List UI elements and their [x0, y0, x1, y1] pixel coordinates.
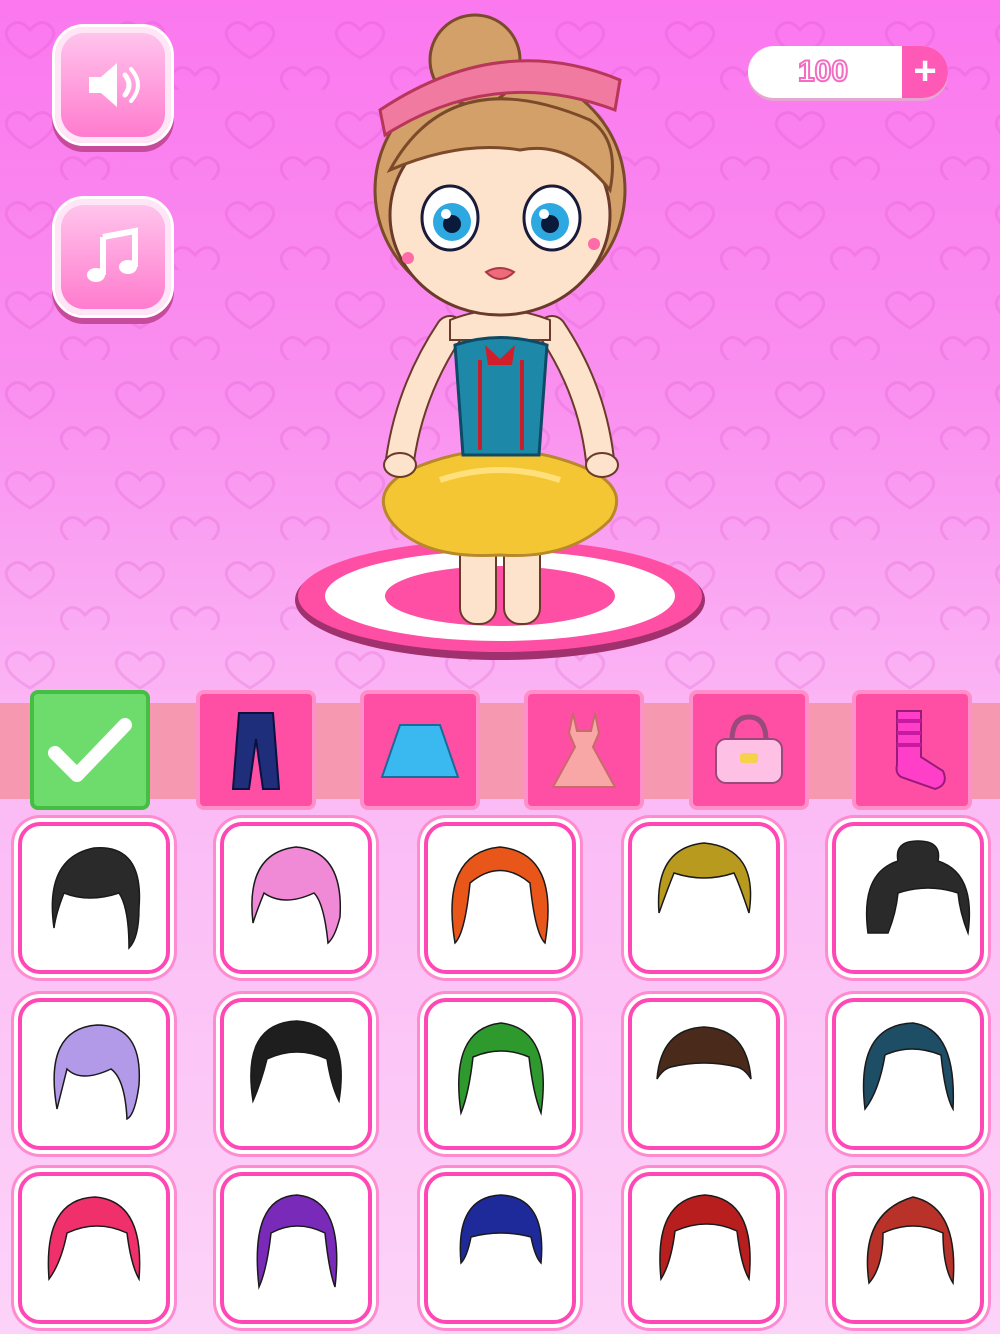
hairstyle-item[interactable]: [832, 822, 984, 974]
hairstyle-item[interactable]: [628, 998, 780, 1150]
hairstyle-item[interactable]: [628, 1172, 780, 1324]
hairstyle-item[interactable]: [424, 1172, 576, 1324]
music-button[interactable]: [52, 196, 174, 318]
sock-icon: [895, 710, 946, 791]
hairstyle-item[interactable]: [220, 822, 372, 974]
coin-value: 100: [797, 54, 849, 89]
pants-icon: [231, 712, 281, 790]
handbag-icon: [715, 714, 783, 784]
hairstyle-item[interactable]: [18, 822, 170, 974]
hair-black-bun-icon: [865, 840, 971, 936]
dress-icon: [551, 712, 617, 788]
hairstyle-item[interactable]: [18, 1172, 170, 1324]
hairstyle-item[interactable]: [424, 822, 576, 974]
tab-bag[interactable]: [689, 690, 809, 810]
hair-pink-bob-icon: [251, 846, 342, 945]
hair-lilac-bob-icon: [53, 1024, 141, 1121]
tab-skirt[interactable]: [360, 690, 480, 810]
hair-pink-shag-icon: [47, 1196, 141, 1282]
skirt-icon: [380, 724, 460, 778]
hairstyle-item[interactable]: [424, 998, 576, 1150]
category-strip: [0, 703, 1000, 799]
hair-purple-long-icon: [256, 1194, 338, 1290]
hair-navy-bangs-icon: [459, 1194, 543, 1265]
sound-button[interactable]: [52, 24, 174, 146]
hair-orange-long-icon: [451, 846, 549, 945]
hairstyle-item[interactable]: [628, 822, 780, 974]
hairstyle-item[interactable]: [220, 998, 372, 1150]
hair-black-curly-icon: [250, 1020, 342, 1104]
hairstyle-item[interactable]: [832, 998, 984, 1150]
hair-blonde-bob-icon: [657, 842, 752, 914]
tab-socks[interactable]: [852, 690, 972, 810]
speaker-icon: [89, 63, 140, 107]
hairstyle-item[interactable]: [18, 998, 170, 1150]
hair-black-bob-icon: [51, 847, 141, 950]
hair-teal-long-icon: [862, 1022, 955, 1112]
hair-brown-pigtails-icon: [656, 1026, 752, 1080]
hairstyle-item[interactable]: [832, 1172, 984, 1324]
character-doll: [295, 13, 705, 660]
tab-dress[interactable]: [524, 690, 644, 810]
hair-red-quiff-icon: [866, 1196, 955, 1286]
hair-green-wavy-icon: [458, 1022, 544, 1116]
hairstyle-item[interactable]: [220, 1172, 372, 1324]
tab-pants[interactable]: [196, 690, 316, 810]
music-note-icon: [87, 227, 138, 282]
hair-red-bob-icon: [659, 1194, 751, 1282]
checkmark-icon: [48, 718, 132, 782]
tab-done[interactable]: [30, 690, 150, 810]
